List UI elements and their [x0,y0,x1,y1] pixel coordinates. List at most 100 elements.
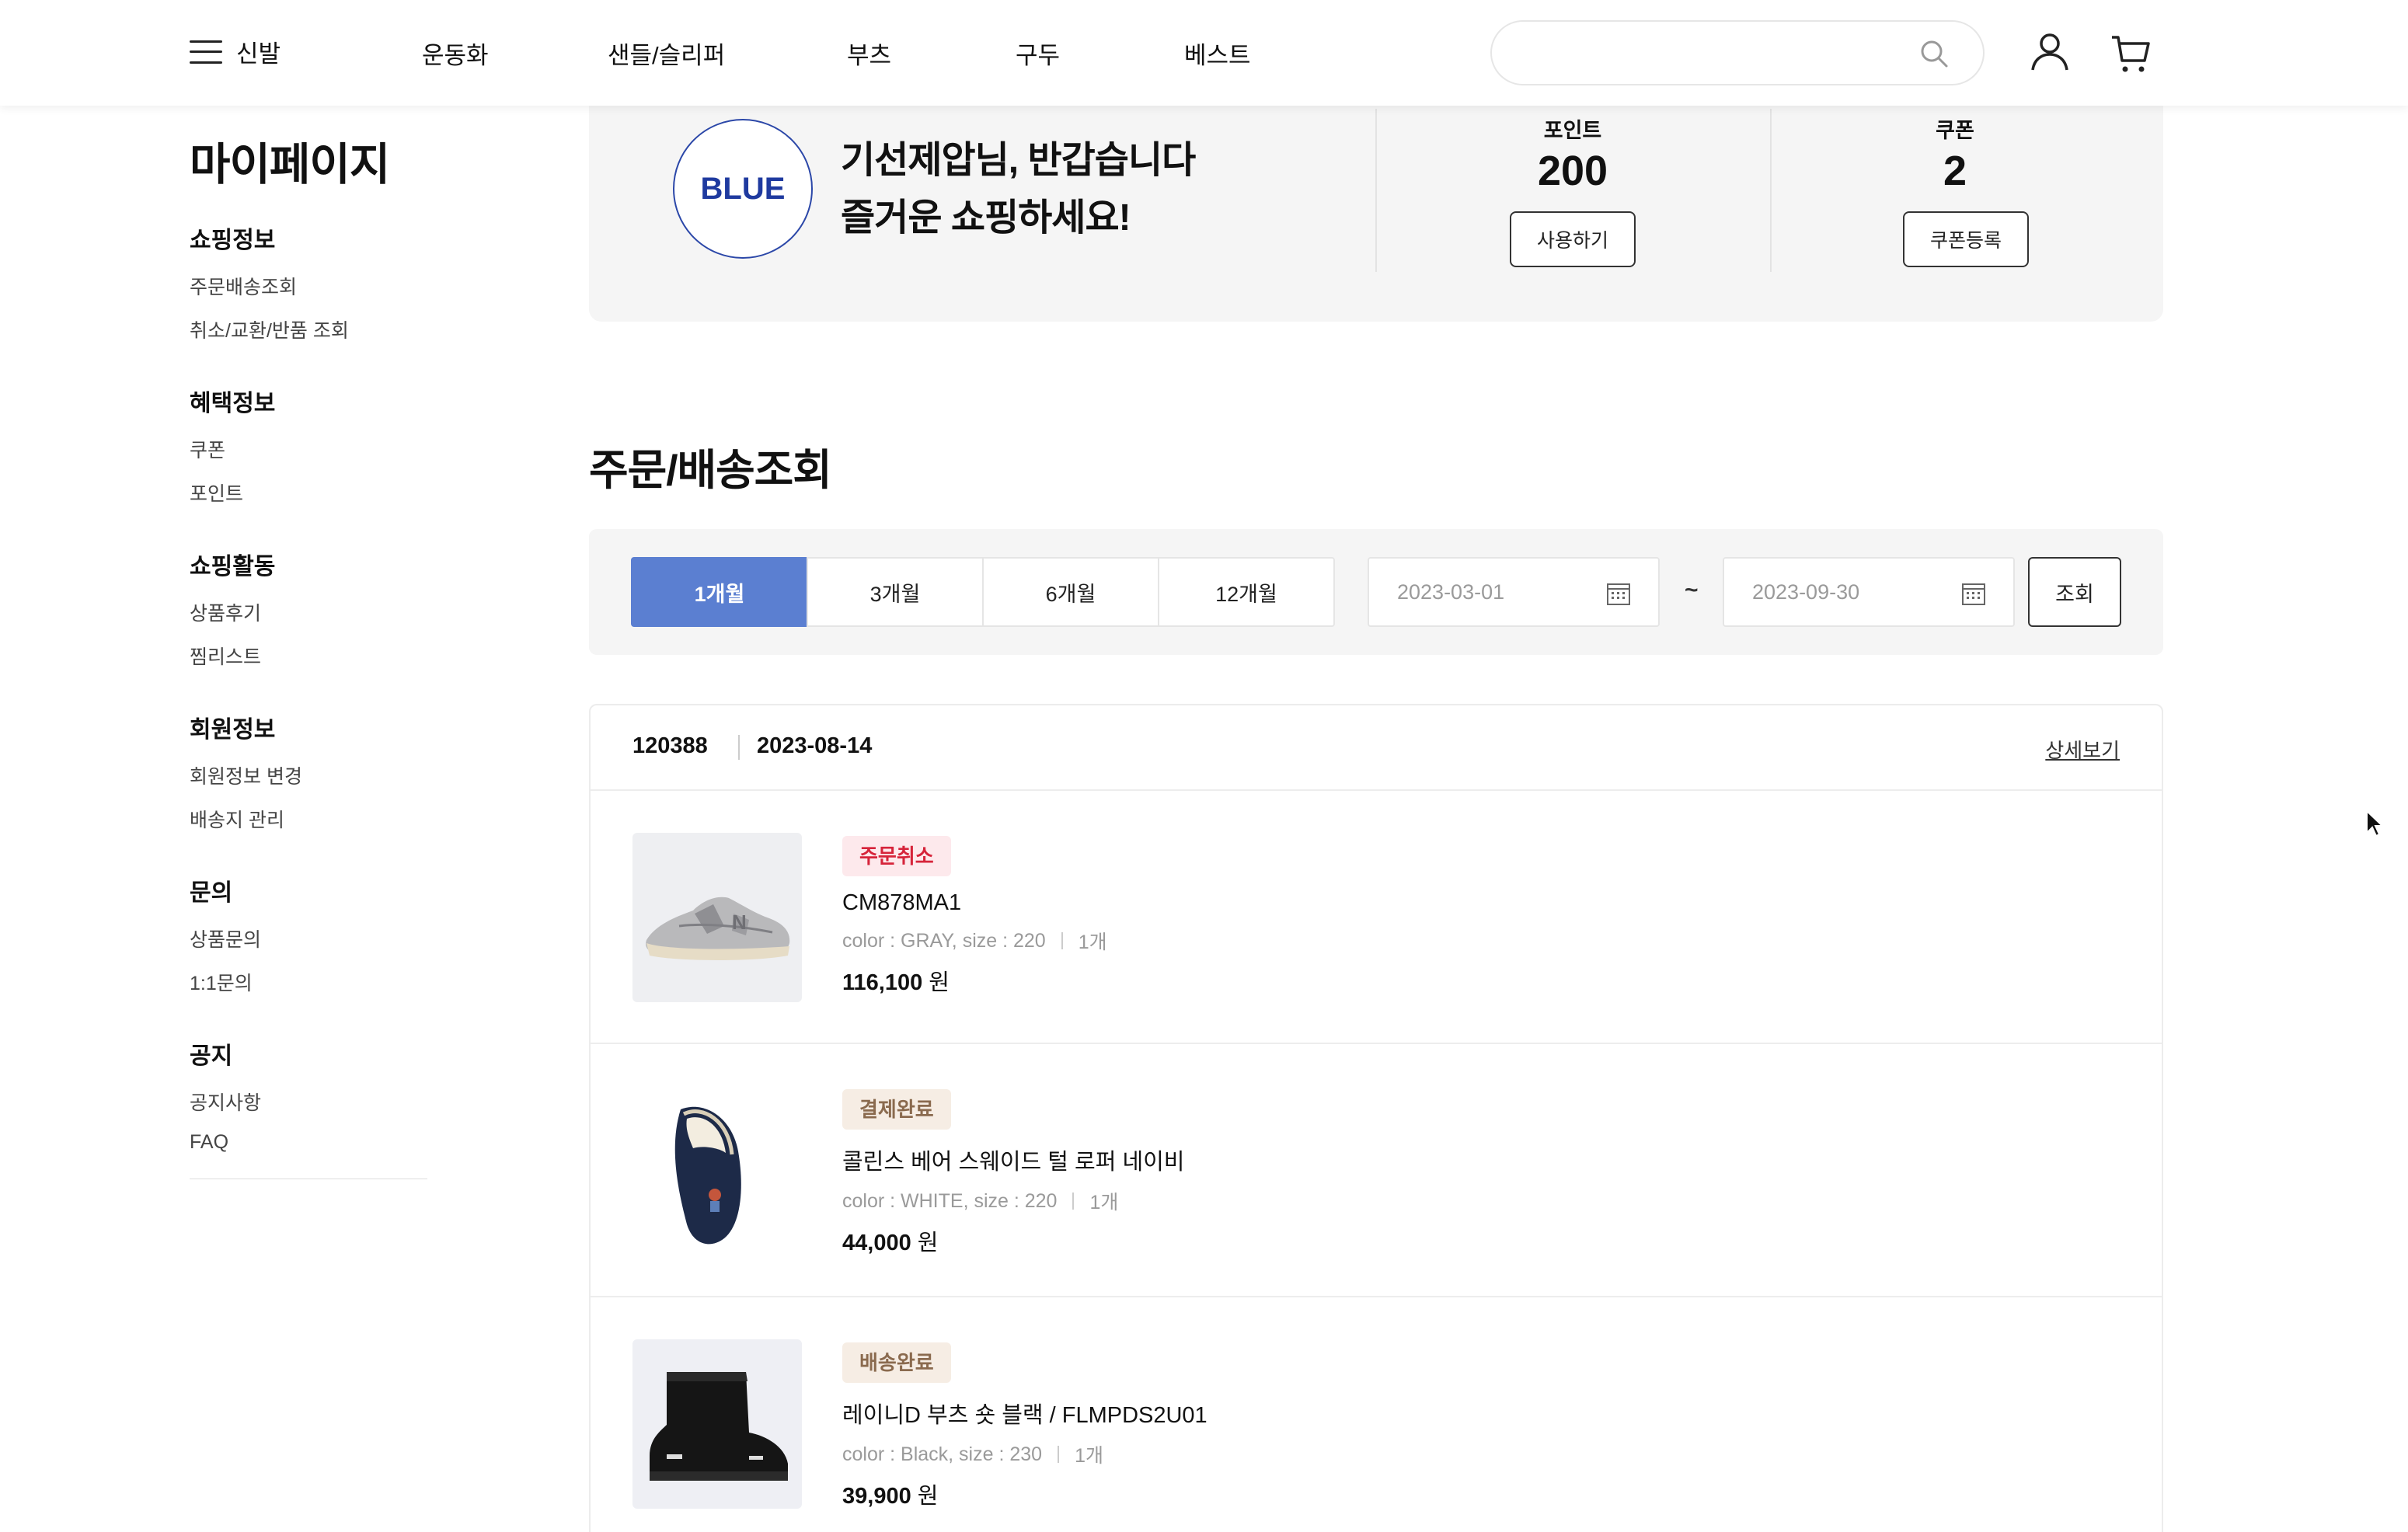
coupon-label: 쿠폰 [1936,119,1974,142]
mouse-cursor-icon [2366,810,2384,837]
search-input[interactable] [1515,33,1919,73]
order-detail-link[interactable]: 상세보기 [2045,735,2120,764]
product-price: 44,000 원 [842,1224,1185,1257]
period-1-month-button[interactable]: 1개월 [631,557,808,627]
item-info: 주문취소 CM878MA1 color : GRAY, size : 220 1개… [842,836,1107,997]
nav-sneakers[interactable]: 운동화 [422,36,489,71]
cart-icon[interactable] [2110,34,2151,75]
product-name[interactable]: CM878MA1 [842,890,1107,916]
profile-divider [1375,109,1377,272]
sidebar-group-title: 쇼핑활동 [190,554,276,580]
mypage-sidebar: 마이페이지 쇼핑정보 주문배송조회 취소/교환/반품 조회 혜택정보 쿠폰 포인… [190,129,427,1194]
product-options: color : Black, size : 230 1개 [842,1440,1207,1468]
currency: 원 [917,1231,939,1255]
nav-best[interactable]: 베스트 [1184,36,1251,71]
product-options: color : GRAY, size : 220 1개 [842,927,1107,955]
category-menu-toggle[interactable]: 신발 [190,34,281,69]
price-value: 116,100 [842,970,923,995]
search-orders-button[interactable]: 조회 [2028,557,2121,627]
coupon-stat: 쿠폰 2 [1877,113,2033,195]
calendar-icon[interactable] [1960,580,1987,607]
item-info: 배송완료 레이니D 부츠 숏 블랙 / FLMPDS2U01 color : B… [842,1342,1207,1510]
navy-loafer-image [674,1106,741,1245]
sidebar-group-title: 문의 [190,880,233,906]
start-date-field[interactable]: 2023-03-01 [1368,557,1660,627]
price-value: 39,900 [842,1484,911,1509]
sidebar-group-shopping-info: 쇼핑정보 주문배송조회 취소/교환/반품 조회 [190,221,427,343]
product-thumbnail[interactable]: N [632,833,802,1002]
order-number: 120388 [632,733,708,758]
sidebar-item-one-on-one-inquiry[interactable]: 1:1문의 [190,968,427,996]
user-icon[interactable] [2030,31,2070,71]
sidebar-item-wishlist[interactable]: 찜리스트 [190,642,427,670]
sidebar-group-title: 공지 [190,1043,233,1069]
order-item: N 주문취소 CM878MA1 color : GRAY, size : 220… [591,791,2162,1044]
page-title: 주문/배송조회 [589,446,832,494]
sidebar-item-notices[interactable]: 공지사항 [190,1088,427,1116]
sidebar-group-inquiry: 문의 상품문의 1:1문의 [190,873,427,996]
order-card: 120388 2023-08-14 상세보기 N 주문취소 CM878MA1 c… [589,704,2163,1532]
product-option-text: color : WHITE, size : 220 [842,1189,1058,1212]
nav-dress-shoes[interactable]: 구두 [1016,36,1060,71]
product-quantity: 1개 [1089,1192,1119,1213]
order-date: 2023-08-14 [757,733,873,758]
sidebar-group-benefits: 혜택정보 쿠폰 포인트 [190,384,427,507]
status-badge: 결제완료 [842,1089,951,1130]
price-value: 44,000 [842,1231,911,1255]
item-info: 결제완료 콜린스 베어 스웨이드 털 로퍼 네이비 color : WHITE,… [842,1089,1185,1257]
grey-sneaker-image: N [646,897,790,960]
product-thumbnail[interactable] [632,1086,802,1255]
currency: 원 [929,970,950,995]
coupon-value: 2 [1943,148,1967,194]
product-options: color : WHITE, size : 220 1개 [842,1187,1185,1215]
nav-boots[interactable]: 부츠 [847,36,891,71]
sidebar-item-points[interactable]: 포인트 [190,479,427,507]
nav-sandals-slippers[interactable]: 샌들/슬리퍼 [608,36,725,71]
membership-grade-badge: BLUE [673,119,813,259]
product-name[interactable]: 레이니D 부츠 숏 블랙 / FLMPDS2U01 [842,1397,1207,1429]
period-6-months-button[interactable]: 6개월 [982,557,1159,627]
product-name[interactable]: 콜린스 베어 스웨이드 털 로퍼 네이비 [842,1144,1185,1176]
menu-label[interactable]: 신발 [236,34,281,69]
sidebar-group-title: 혜택정보 [190,391,276,416]
option-divider [1072,1193,1075,1210]
sidebar-item-product-inquiry[interactable]: 상품문의 [190,924,427,952]
period-3-months-button[interactable]: 3개월 [807,557,984,627]
register-coupon-button[interactable]: 쿠폰등록 [1903,211,2029,267]
greeting-line-2: 즐거운 쇼핑하세요! [841,197,1131,239]
sidebar-item-reviews[interactable]: 상품후기 [190,598,427,626]
calendar-icon[interactable] [1605,580,1632,607]
sidebar-item-faq[interactable]: FAQ [190,1131,427,1154]
order-filter-bar: 1개월 3개월 6개월 12개월 2023-03-01 ~ 2023-09-30… [589,529,2163,655]
product-option-text: color : GRAY, size : 220 [842,929,1046,952]
option-divider [1061,932,1063,949]
date-range-separator: ~ [1685,577,1699,603]
svg-text:N: N [732,910,747,934]
sidebar-item-order-tracking[interactable]: 주문배송조회 [190,272,427,300]
points-label: 포인트 [1543,119,1602,142]
product-thumbnail[interactable] [632,1339,802,1509]
order-header: 120388 2023-08-14 상세보기 [591,705,2162,791]
product-quantity: 1개 [1075,1445,1103,1467]
status-badge: 배송완료 [842,1342,951,1383]
sidebar-group-title: 회원정보 [190,717,276,743]
end-date-field[interactable]: 2023-09-30 [1723,557,2015,627]
sidebar-group-title: 쇼핑정보 [190,228,276,253]
start-date-value: 2023-03-01 [1397,580,1505,604]
sidebar-item-addresses[interactable]: 배송지 관리 [190,805,427,833]
product-option-text: color : Black, size : 230 [842,1443,1043,1465]
sidebar-item-cancel-exchange-return[interactable]: 취소/교환/반품 조회 [190,315,427,343]
end-date-value: 2023-09-30 [1752,580,1860,604]
hamburger-icon[interactable] [190,40,222,64]
product-price: 39,900 원 [842,1478,1207,1510]
sidebar-item-edit-profile[interactable]: 회원정보 변경 [190,761,427,789]
currency: 원 [917,1484,939,1509]
order-item: 배송완료 레이니D 부츠 숏 블랙 / FLMPDS2U01 color : B… [591,1297,2162,1532]
product-price: 116,100 원 [842,964,1107,997]
order-item: 결제완료 콜린스 베어 스웨이드 털 로퍼 네이비 color : WHITE,… [591,1044,2162,1297]
search-icon[interactable] [1919,39,1949,68]
use-points-button[interactable]: 사용하기 [1510,211,1636,267]
period-12-months-button[interactable]: 12개월 [1158,557,1335,627]
sidebar-title: 마이페이지 [190,140,390,190]
sidebar-item-coupons[interactable]: 쿠폰 [190,435,427,463]
